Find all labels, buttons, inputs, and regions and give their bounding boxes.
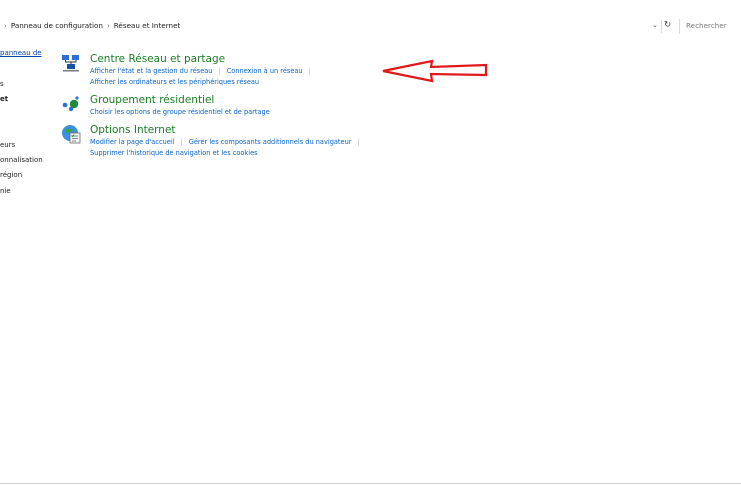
task-row: Modifier la page d'accueil | Gérer les com…	[90, 138, 360, 146]
nav-item[interactable]: région	[0, 171, 22, 179]
status-divider	[0, 483, 741, 484]
homegroup-icon[interactable]	[61, 94, 81, 114]
refresh-icon[interactable]: ↻	[664, 20, 671, 30]
breadcrumb: › Panneau de configuration › Réseau et Inte…	[0, 21, 180, 30]
task-link[interactable]: Choisir les options de groupe résidentie…	[90, 108, 270, 116]
task-link[interactable]: Gérer les composants additionnels du nav…	[189, 138, 352, 146]
internet-options-icon[interactable]	[61, 124, 81, 144]
nav-item[interactable]: s	[0, 80, 4, 88]
divider	[661, 20, 662, 33]
task-link[interactable]: Modifier la page d'accueil	[90, 138, 174, 146]
task-link[interactable]: Afficher l'état et la gestion du réseau	[90, 67, 212, 75]
chevron-down-icon[interactable]: ⌄	[652, 21, 658, 29]
task-link[interactable]: Supprimer l'historique de navigation et …	[90, 149, 258, 157]
nav-item[interactable]: onnalisation	[0, 156, 43, 164]
network-sharing-icon[interactable]	[61, 53, 81, 73]
task-row: Supprimer l'historique de navigation et …	[90, 149, 258, 157]
task-link[interactable]: Connexion à un réseau	[227, 67, 303, 75]
breadcrumb-separator: ›	[106, 22, 110, 30]
nav-item[interactable]: eurs	[0, 141, 15, 149]
category-title[interactable]: Options Internet	[90, 124, 176, 136]
task-row: Afficher les ordinateurs et les périphér…	[90, 78, 259, 86]
nav-item[interactable]: nie	[0, 187, 11, 195]
category-title[interactable]: Centre Réseau et partage	[90, 53, 225, 65]
search-input[interactable]: Rechercher	[686, 21, 727, 30]
task-link[interactable]: Afficher les ordinateurs et les périphér…	[90, 78, 259, 86]
address-tools: ⌄ ↻	[652, 20, 674, 34]
task-row: Afficher l'état et la gestion du réseau |…	[90, 67, 311, 75]
category-title[interactable]: Groupement résidentiel	[90, 94, 214, 106]
nav-home-link[interactable]: panneau de	[0, 49, 42, 57]
task-row: Choisir les options de groupe résidentie…	[90, 108, 270, 116]
address-bar: › Panneau de configuration › Réseau et Inte…	[0, 18, 741, 36]
breadcrumb-network-internet[interactable]: Réseau et Internet	[114, 21, 181, 30]
breadcrumb-separator: ›	[4, 22, 7, 30]
search-box[interactable]: Rechercher	[679, 19, 741, 34]
annotation-arrow-icon	[382, 59, 488, 83]
nav-item-current: et	[0, 95, 9, 103]
breadcrumb-control-panel[interactable]: Panneau de configuration	[11, 21, 103, 30]
